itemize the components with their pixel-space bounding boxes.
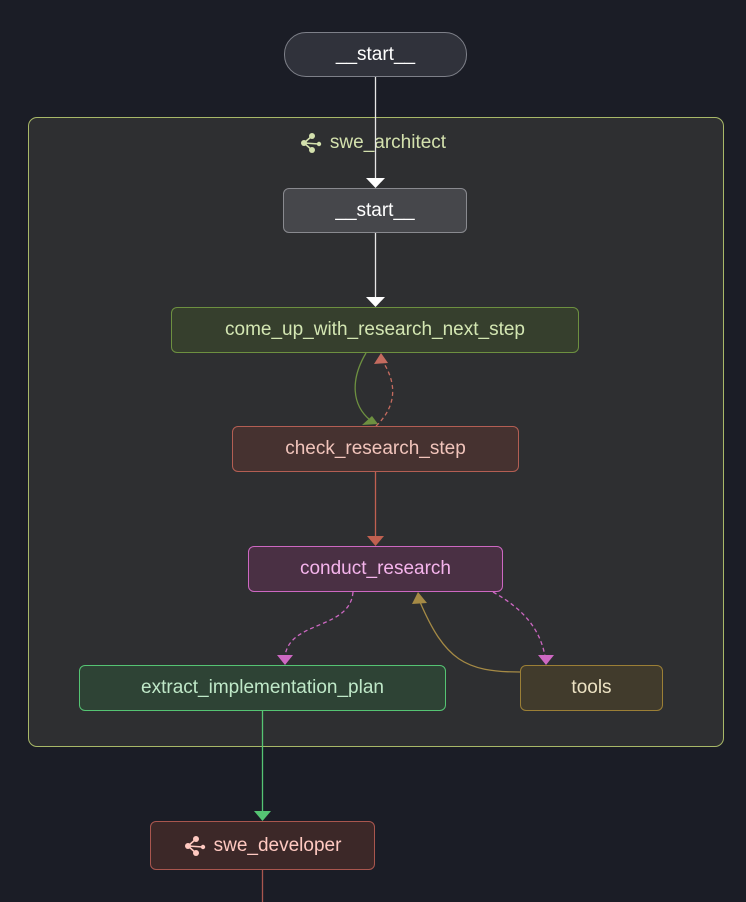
arrowhead [254,811,271,821]
node-start-inner-label: __start__ [335,199,415,221]
node-start-label: __start__ [335,43,416,65]
node-tools-label: tools [571,677,612,698]
node-conduct-research[interactable]: conduct_research [248,546,503,592]
node-start[interactable]: __start__ [284,32,467,77]
node-extract-implementation-plan[interactable]: extract_implementation_plan [79,665,446,711]
node-swe-developer[interactable]: swe_developer [150,821,375,870]
node-come-up-label: come_up_with_research_next_step [225,319,525,340]
node-swe-developer-label: swe_developer [213,834,342,856]
graph-network-icon [300,133,322,153]
subgraph-title: swe_architect [0,130,746,156]
node-come-up-with-research-next-step[interactable]: come_up_with_research_next_step [171,307,579,353]
node-tools[interactable]: tools [520,665,663,711]
node-extract-label: extract_implementation_plan [141,677,384,698]
graph-network-icon [184,835,205,856]
node-check-research-step[interactable]: check_research_step [232,426,519,472]
node-conduct-label: conduct_research [299,558,452,579]
node-start-inner[interactable]: __start__ [283,188,467,233]
node-check-label: check_research_step [285,438,466,459]
subgraph-title-label: swe_architect [329,132,447,153]
